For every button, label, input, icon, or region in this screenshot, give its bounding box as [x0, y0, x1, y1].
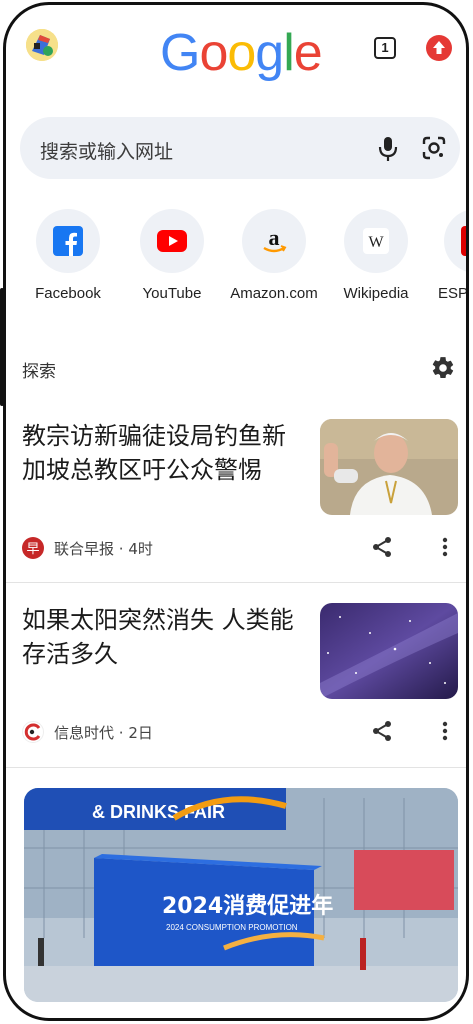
phone-frame: Google 1 搜索或输入网址 Facebook YouTube a Amaz…	[3, 2, 469, 1021]
article-source: 信息时代 · 2日	[54, 724, 153, 742]
divider	[6, 767, 466, 768]
search-placeholder: 搜索或输入网址	[40, 141, 174, 163]
google-lens-icon[interactable]	[420, 134, 448, 162]
discover-title: 探索	[22, 362, 56, 382]
article-thumbnail[interactable]	[320, 603, 458, 699]
sign-sub-text: 2024 CONSUMPTION PROMOTION	[166, 923, 298, 932]
update-icon[interactable]	[426, 35, 452, 61]
shortcut-label: YouTube	[142, 285, 202, 302]
search-box[interactable]: 搜索或输入网址	[20, 117, 460, 179]
google-logo: Google	[160, 23, 323, 83]
shortcuts-row: Facebook YouTube a Amazon.com W Wikipedi…	[6, 209, 466, 319]
shortcut-espn[interactable]: ESPN	[426, 209, 469, 302]
article-title[interactable]: 如果太阳突然消失 人类能存活多久	[22, 603, 304, 671]
article-title[interactable]: 教宗访新骗徒设局钓鱼新加坡总教区吁公众警惕	[22, 419, 304, 487]
more-options-icon[interactable]	[434, 719, 456, 743]
youtube-icon	[157, 230, 187, 252]
article-source-row: 早 联合早报 · 4时	[22, 535, 462, 561]
logo-letter: l	[283, 24, 295, 82]
shortcut-label: Wikipedia	[343, 285, 409, 302]
account-avatar[interactable]	[26, 29, 58, 61]
svg-text:W: W	[368, 234, 384, 251]
source-logo-icon	[22, 721, 44, 743]
svg-text:a: a	[269, 226, 280, 250]
amazon-icon: a	[263, 226, 287, 253]
logo-letter: g	[255, 24, 284, 82]
sign-main-text: 2024消费促进年	[162, 893, 333, 919]
zaobao-icon: 早	[22, 537, 44, 559]
shortcut-wikipedia[interactable]: W Wikipedia	[326, 209, 426, 302]
divider	[6, 582, 466, 583]
microphone-icon[interactable]	[376, 135, 400, 163]
article-source: 联合早报 · 4时	[54, 540, 153, 558]
facebook-icon	[53, 226, 83, 256]
share-icon[interactable]	[370, 719, 394, 743]
logo-letter: o	[199, 24, 228, 82]
more-options-icon[interactable]	[434, 535, 456, 559]
shortcut-youtube[interactable]: YouTube	[122, 209, 222, 302]
tab-switcher-button[interactable]: 1	[374, 37, 396, 59]
shortcut-label: Amazon.com	[230, 285, 318, 302]
logo-letter: e	[293, 24, 323, 82]
wikipedia-icon: W	[363, 228, 389, 254]
svg-text:早: 早	[26, 542, 39, 557]
phone-side-button	[0, 288, 4, 406]
top-bar: Google 1	[6, 5, 466, 105]
feature-article-image[interactable]: & DRINKS FAIR 2024消费促进年 2024 CONSUMPTION…	[24, 788, 458, 1002]
shortcut-facebook[interactable]: Facebook	[18, 209, 118, 302]
espn-icon	[461, 226, 466, 256]
shortcut-label: Facebook	[35, 285, 101, 302]
share-icon[interactable]	[370, 535, 394, 559]
gear-icon[interactable]	[430, 355, 456, 381]
article-thumbnail[interactable]	[320, 419, 458, 515]
logo-letter: G	[160, 24, 200, 82]
article-source-row: 信息时代 · 2日	[22, 719, 462, 745]
logo-letter: o	[227, 24, 256, 82]
shortcut-amazon[interactable]: a Amazon.com	[224, 209, 324, 302]
shortcut-label: ESPN	[438, 285, 469, 302]
